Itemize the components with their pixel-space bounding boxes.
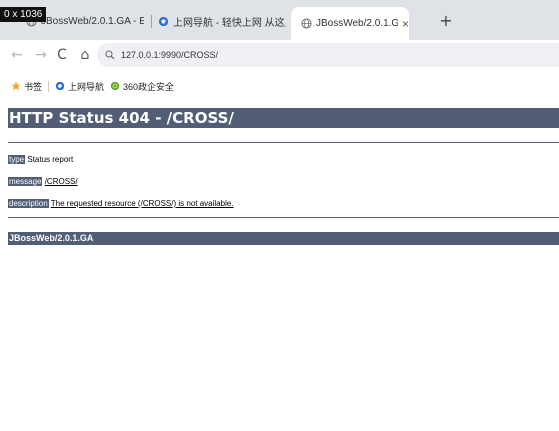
bookmark-bookmarks[interactable]: 书签 bbox=[11, 80, 42, 93]
360-nav-icon bbox=[55, 81, 65, 91]
star-icon bbox=[11, 81, 21, 91]
new-tab-button[interactable]: + bbox=[438, 11, 454, 31]
bookmark-360-nav[interactable]: 上网导航 bbox=[55, 80, 104, 93]
divider bbox=[8, 142, 559, 143]
360-security-icon bbox=[110, 81, 120, 91]
dimensions-badge: 0 x 1036 bbox=[0, 7, 47, 22]
message-label: message bbox=[8, 177, 43, 186]
forward-button[interactable]: → bbox=[32, 46, 50, 64]
bookmark-divider bbox=[48, 80, 50, 92]
description-label: description bbox=[8, 199, 49, 208]
tab-strip: JBossWeb/2.0.1.GA - Error repor 上网导航 - 轻… bbox=[0, 0, 559, 40]
home-button[interactable]: ⌂ bbox=[76, 46, 94, 64]
message-row: message /CROSS/ bbox=[8, 177, 78, 186]
tab-title: JBossWeb/2.0.1.GA - Error repor bbox=[41, 16, 144, 27]
tab-divider bbox=[151, 15, 152, 28]
tab-title: 上网导航 - 轻快上网 从这里开始 bbox=[173, 18, 286, 29]
tab-jboss-error-active[interactable]: JBossWeb/2.0.1.GA - Error r × bbox=[291, 7, 409, 40]
bookmark-label: 360政企安全 bbox=[123, 81, 175, 92]
bookmarks-bar: 书签 上网导航 360政企安全 bbox=[0, 76, 559, 96]
page-title: HTTP Status 404 - /CROSS/ bbox=[8, 108, 559, 128]
address-bar[interactable] bbox=[97, 43, 559, 67]
browser-toolbar: ← → C ⌂ bbox=[0, 40, 559, 72]
reload-button[interactable]: C bbox=[53, 46, 71, 64]
bookmark-360-security[interactable]: 360政企安全 bbox=[110, 80, 174, 93]
type-value: Status report bbox=[27, 155, 74, 164]
description-value: The requested resource (/CROSS/) is not … bbox=[50, 199, 234, 208]
server-footer: JBossWeb/2.0.1.GA bbox=[8, 232, 559, 245]
search-icon bbox=[105, 50, 115, 60]
url-input[interactable] bbox=[121, 50, 521, 60]
bookmark-label: 书签 bbox=[24, 81, 43, 92]
close-tab-icon[interactable]: × bbox=[402, 17, 409, 31]
tab-360-nav[interactable]: 上网导航 - 轻快上网 从这里开始 bbox=[158, 9, 286, 34]
tab-title: JBossWeb/2.0.1.GA - Error r bbox=[316, 18, 398, 29]
360-nav-icon bbox=[158, 16, 169, 27]
message-value: /CROSS/ bbox=[44, 177, 78, 186]
divider bbox=[8, 217, 559, 218]
globe-icon bbox=[301, 18, 312, 29]
description-row: description The requested resource (/CRO… bbox=[8, 199, 234, 208]
type-label: type bbox=[8, 155, 26, 164]
type-row: type Status report bbox=[8, 155, 73, 164]
back-button[interactable]: ← bbox=[8, 46, 26, 64]
bookmark-label: 上网导航 bbox=[68, 81, 105, 92]
